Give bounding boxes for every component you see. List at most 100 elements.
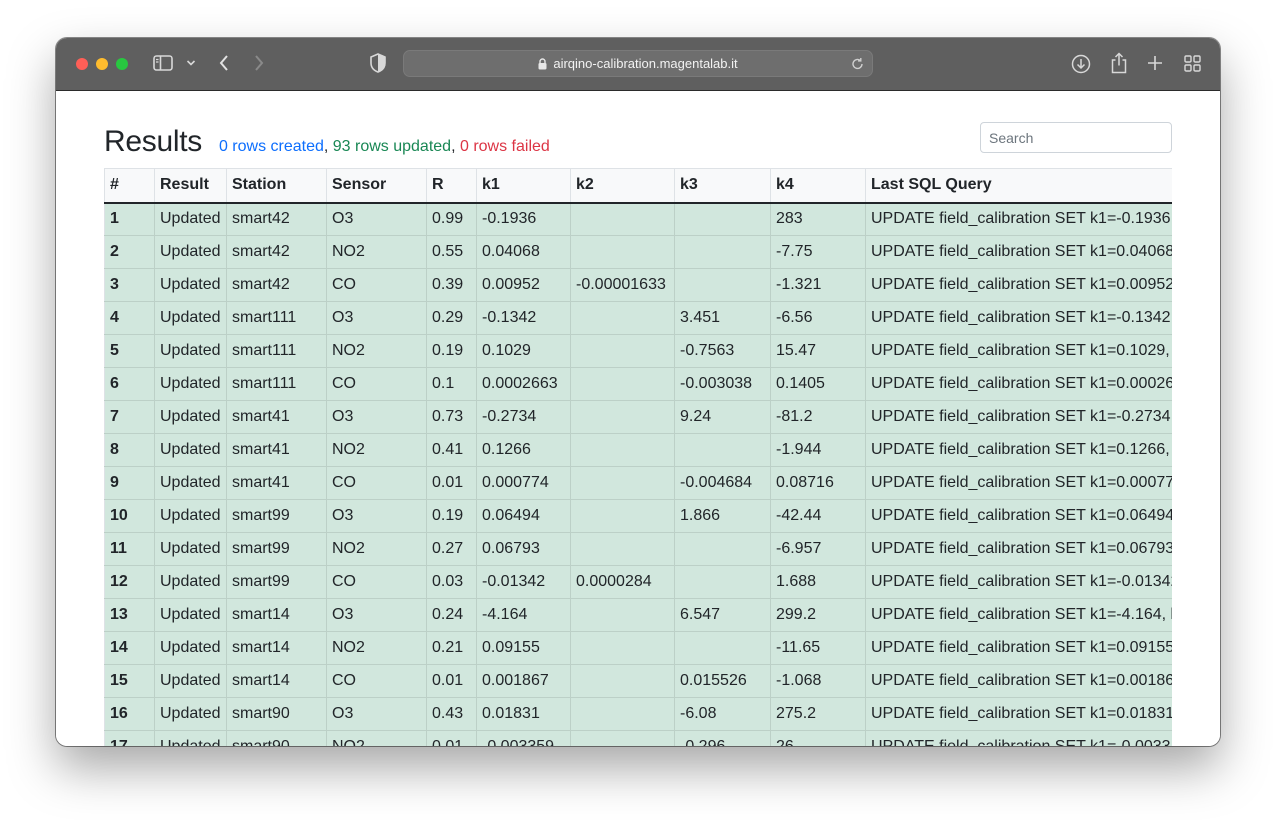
cell-r: 0.41 — [426, 433, 477, 467]
cell-sql-query: UPDATE field_calibration SET k1=-0.0033 — [865, 730, 1172, 746]
cell-sql-query: UPDATE field_calibration SET k1=0.04068,… — [865, 235, 1172, 269]
results-table: # Result Station Sensor R k1 k2 k3 k4 La… — [104, 168, 1172, 746]
cell-r: 0.19 — [426, 334, 477, 368]
cell-k2 — [570, 301, 675, 335]
cell-index: 6 — [104, 367, 155, 401]
cell-sensor: O3 — [326, 202, 427, 236]
column-header-index[interactable]: # — [104, 168, 155, 204]
cell-k3: -6.08 — [674, 697, 771, 731]
table-row[interactable]: 1 Updated smart42 O3 0.99 -0.1936 283 UPDATE fi… — [104, 202, 1172, 236]
table-row[interactable]: 12 Updated smart99 CO 0.03 -0.01342 0.0000284 1… — [104, 565, 1172, 599]
cell-station: smart111 — [226, 367, 327, 401]
results-table-body: 1 Updated smart42 O3 0.99 -0.1936 283 UPDATE fi… — [104, 202, 1172, 746]
cell-k2: -0.00001633 — [570, 268, 675, 302]
minimize-window-button[interactable] — [96, 58, 108, 70]
table-row[interactable]: 8 Updated smart41 NO2 0.41 0.1266 -1.944 UPDATE… — [104, 433, 1172, 467]
address-bar[interactable]: airqino-calibration.magentalab.it — [403, 50, 873, 77]
cell-sql-query: UPDATE field_calibration SET k1=-4.164, … — [865, 598, 1172, 632]
cell-k2: 0.0000284 — [570, 565, 675, 599]
cell-sql-query: UPDATE field_calibration SET k1=-0.2734,… — [865, 400, 1172, 434]
results-table-container[interactable]: # Result Station Sensor R k1 k2 k3 k4 La… — [104, 168, 1172, 746]
column-header-k3[interactable]: k3 — [674, 168, 771, 204]
cell-index: 5 — [104, 334, 155, 368]
cell-k1: -0.1936 — [476, 202, 571, 236]
cell-station: smart111 — [226, 334, 327, 368]
cell-k4: -6.56 — [770, 301, 866, 335]
table-row[interactable]: 2 Updated smart42 NO2 0.55 0.04068 -7.75 UPDATE… — [104, 235, 1172, 269]
cell-result: Updated — [154, 400, 227, 434]
column-header-station[interactable]: Station — [226, 168, 327, 204]
table-row[interactable]: 6 Updated smart111 CO 0.1 0.0002663 -0.003038 0… — [104, 367, 1172, 401]
cell-sql-query: UPDATE field_calibration SET k1=0.000774… — [865, 466, 1172, 500]
table-row[interactable]: 9 Updated smart41 CO 0.01 0.000774 -0.004684 0.… — [104, 466, 1172, 500]
table-row[interactable]: 11 Updated smart99 NO2 0.27 0.06793 -6.957 UPDA… — [104, 532, 1172, 566]
cell-sensor: CO — [326, 268, 427, 302]
table-row[interactable]: 15 Updated smart14 CO 0.01 0.001867 0.015526 -1… — [104, 664, 1172, 698]
cell-index: 14 — [104, 631, 155, 665]
reload-icon[interactable] — [851, 57, 864, 74]
new-tab-icon[interactable] — [1147, 55, 1163, 71]
search-input[interactable] — [980, 122, 1172, 153]
cell-index: 2 — [104, 235, 155, 269]
close-window-button[interactable] — [76, 58, 88, 70]
column-header-r[interactable]: R — [426, 168, 477, 204]
cell-k2 — [570, 598, 675, 632]
column-header-last-sql-query[interactable]: Last SQL Query — [865, 168, 1172, 204]
cell-k4: 26 — [770, 730, 866, 746]
cell-result: Updated — [154, 664, 227, 698]
table-row[interactable]: 4 Updated smart111 O3 0.29 -0.1342 3.451 -6.56 U… — [104, 301, 1172, 335]
cell-k2 — [570, 631, 675, 665]
table-row[interactable]: 13 Updated smart14 O3 0.24 -4.164 6.547 299.2 UP… — [104, 598, 1172, 632]
column-header-result[interactable]: Result — [154, 168, 227, 204]
table-row[interactable]: 17Updatedsmart90NO20.01-0.003359 -0.29626… — [104, 730, 1172, 746]
cell-k2 — [570, 202, 675, 236]
cell-k4: 299.2 — [770, 598, 866, 632]
cell-k1: 0.1266 — [476, 433, 571, 467]
cell-sensor: NO2 — [326, 532, 427, 566]
cell-station: smart42 — [226, 235, 327, 269]
cell-r: 0.29 — [426, 301, 477, 335]
share-icon[interactable] — [1110, 52, 1128, 74]
cell-k2 — [570, 334, 675, 368]
cell-index: 13 — [104, 598, 155, 632]
table-row[interactable]: 10 Updated smart99 O3 0.19 0.06494 1.866 -42.44… — [104, 499, 1172, 533]
cell-result: Updated — [154, 697, 227, 731]
results-heading: Results 0 rows created, 93 rows updated,… — [104, 125, 550, 159]
table-row[interactable]: 14 Updated smart14 NO2 0.21 0.09155 -11.65 UPDA… — [104, 631, 1172, 665]
cell-sql-query: UPDATE field_calibration SET k1=0.00952,… — [865, 268, 1172, 302]
zoom-window-button[interactable] — [116, 58, 128, 70]
cell-k1: 0.06494 — [476, 499, 571, 533]
cell-station: smart99 — [226, 499, 327, 533]
tab-overview-icon[interactable] — [1184, 55, 1201, 72]
column-header-k2[interactable]: k2 — [570, 168, 675, 204]
forward-icon[interactable] — [253, 54, 265, 72]
cell-k1: -4.164 — [476, 598, 571, 632]
cell-r: 0.01 — [426, 730, 477, 746]
column-header-k4[interactable]: k4 — [770, 168, 866, 204]
cell-sql-query: UPDATE field_calibration SET k1=0.09155,… — [865, 631, 1172, 665]
cell-station: smart14 — [226, 631, 327, 665]
rows-created-count: 0 rows created — [218, 138, 324, 155]
cell-sql-query: UPDATE field_calibration SET k1=-0.1936,… — [865, 202, 1172, 236]
cell-k2 — [570, 367, 675, 401]
table-row[interactable]: 16 Updated smart90 O3 0.43 0.01831 -6.08 275.2 U… — [104, 697, 1172, 731]
cell-result: Updated — [154, 235, 227, 269]
table-row[interactable]: 3 Updated smart42 CO 0.39 0.00952 -0.00001633 -… — [104, 268, 1172, 302]
column-header-sensor[interactable]: Sensor — [326, 168, 427, 204]
cell-k1: 0.04068 — [476, 235, 571, 269]
back-icon[interactable] — [218, 54, 230, 72]
privacy-shield-icon[interactable] — [370, 53, 386, 73]
chevron-down-icon[interactable] — [186, 59, 196, 67]
cell-index: 16 — [104, 697, 155, 731]
cell-k4: -7.75 — [770, 235, 866, 269]
downloads-icon[interactable] — [1071, 54, 1091, 74]
cell-index: 9 — [104, 466, 155, 500]
cell-sensor: CO — [326, 664, 427, 698]
cell-sensor: O3 — [326, 598, 427, 632]
sidebar-icon[interactable] — [153, 55, 173, 71]
table-row[interactable]: 5 Updated smart111 NO2 0.19 0.1029 -0.7563 15.4… — [104, 334, 1172, 368]
column-header-k1[interactable]: k1 — [476, 168, 571, 204]
table-row[interactable]: 7 Updated smart41 O3 0.73 -0.2734 9.24 -81.2 UPD… — [104, 400, 1172, 434]
cell-sensor: NO2 — [326, 631, 427, 665]
cell-k4: 0.08716 — [770, 466, 866, 500]
